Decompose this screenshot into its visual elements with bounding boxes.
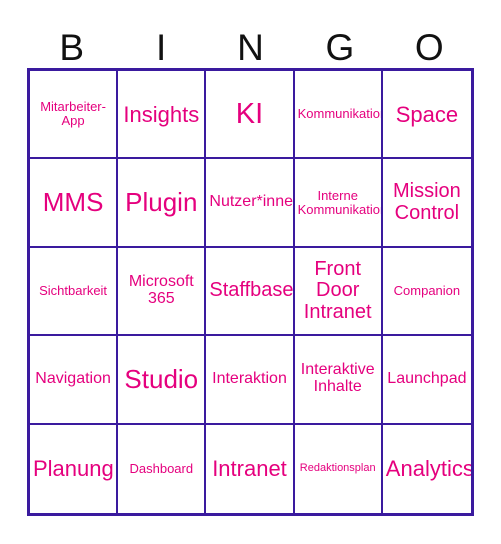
bingo-cell-label: Space (395, 101, 459, 127)
bingo-cell-label: Plugin (125, 186, 198, 217)
bingo-cell-label: Kommunikation (297, 106, 383, 122)
bingo-cell[interactable]: Mitarbeiter-App (30, 71, 119, 160)
bingo-cell-label: Launchpad (387, 369, 467, 387)
bingo-cell-label: Front Door Intranet (303, 258, 372, 323)
bingo-cell[interactable]: Microsoft 365 (118, 247, 207, 337)
bingo-grid: Mitarbeiter-App Insights KI Kommunikation Sp… (27, 68, 474, 516)
bingo-cell-label: KI (235, 97, 264, 130)
bingo-cell[interactable]: Companion (382, 247, 471, 337)
bingo-cell-label: MMS (42, 186, 104, 217)
bingo-header-letter-i: I (155, 27, 167, 68)
bingo-cell-label: Staffbase (209, 279, 294, 302)
bingo-cell-label: Mission Control (392, 180, 461, 224)
bingo-cell-label: Studio (124, 363, 199, 394)
bingo-cell-label: Redaktionsplan (299, 461, 376, 474)
bingo-cell[interactable]: Navigation (30, 336, 119, 425)
bingo-cell[interactable]: KI (206, 71, 295, 160)
bingo-cell[interactable]: Redaktionsplan (294, 424, 383, 513)
bingo-cell-label: Interaktive Inhalte (300, 361, 375, 396)
bingo-cell[interactable]: Planung (30, 424, 119, 513)
bingo-cell[interactable]: Intranet (206, 424, 295, 513)
bingo-cell-label: Interaktion (212, 369, 287, 387)
bingo-header-row: B I N G O (27, 20, 474, 68)
bingo-cell[interactable]: Nutzer*innen (206, 159, 295, 248)
bingo-cell[interactable]: Insights (118, 71, 207, 160)
bingo-cell[interactable]: Interne Kommunikation (294, 159, 383, 248)
bingo-cell[interactable]: MMS (30, 159, 119, 248)
bingo-cell-label: Companion (393, 283, 461, 299)
bingo-cell-label: Mitarbeiter-App (40, 99, 106, 129)
bingo-cell-label: Microsoft 365 (128, 273, 194, 307)
bingo-header-letter-b: B (59, 27, 85, 68)
bingo-cell-label: Analytics (385, 456, 471, 482)
bingo-header-letter-o: O (414, 27, 444, 68)
bingo-cell[interactable]: Space (382, 71, 471, 160)
bingo-cell[interactable]: Analytics (382, 424, 471, 513)
bingo-cell[interactable]: Front Door Intranet (294, 247, 383, 337)
bingo-cell-label: Planung (33, 456, 114, 482)
bingo-cell-label: Intranet (212, 456, 287, 482)
bingo-header-letter-n: N (237, 27, 264, 68)
bingo-cell[interactable]: Interaktion (206, 336, 295, 425)
bingo-cell[interactable]: Mission Control (382, 159, 471, 248)
bingo-cell-label: Insights (123, 101, 200, 127)
bingo-cell[interactable]: Plugin (118, 159, 207, 248)
bingo-cell-label: Nutzer*innen (209, 193, 295, 211)
bingo-cell[interactable]: Staffbase (206, 247, 295, 337)
bingo-header-letter-g: G (325, 27, 355, 68)
bingo-cell[interactable]: Launchpad (382, 336, 471, 425)
bingo-cell[interactable]: Dashboard (118, 424, 207, 513)
bingo-cell-label: Dashboard (129, 460, 194, 476)
bingo-cell[interactable]: Studio (118, 336, 207, 425)
bingo-cell-label: Navigation (35, 369, 111, 387)
bingo-cell[interactable]: Kommunikation (294, 71, 383, 160)
bingo-card: B I N G O Mitarbeiter-App Insights KI Kommu… (0, 0, 501, 544)
bingo-cell[interactable]: Sichtbarkeit (30, 247, 119, 337)
bingo-cell-label: Interne Kommunikation (297, 187, 383, 217)
bingo-cell[interactable]: Interaktive Inhalte (294, 336, 383, 425)
bingo-cell-label: Sichtbarkeit (39, 283, 108, 299)
